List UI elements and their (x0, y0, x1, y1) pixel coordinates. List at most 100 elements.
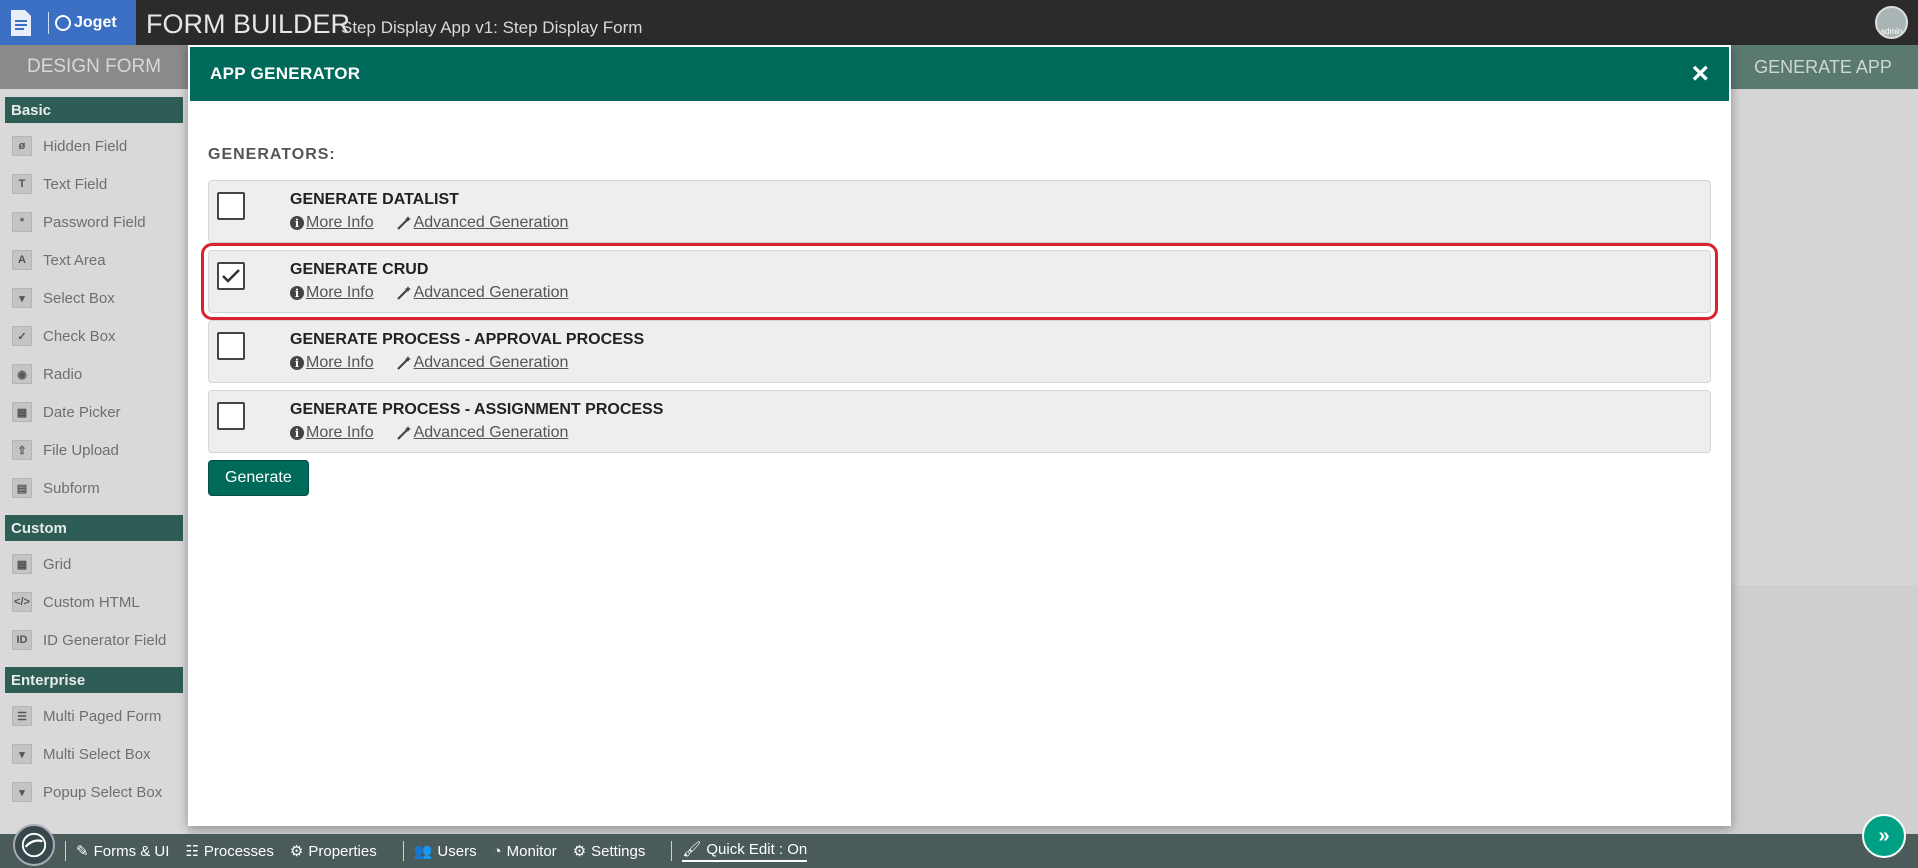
toolbar-users[interactable]: 👥 Users (413, 842, 477, 861)
advanced-generation-link[interactable]: Advanced Generation (396, 424, 569, 442)
toolbar-settings[interactable]: ⚙ Settings (573, 842, 646, 861)
palette-item-label: Check Box (43, 327, 116, 345)
more-info-link[interactable]: i More Info (290, 424, 374, 442)
joget-logo: Joget (55, 14, 117, 32)
generator-list: GENERATE DATALIST i More Info Advanced Ge… (201, 180, 1718, 453)
palette-item-label: Hidden Field (43, 137, 128, 155)
check-box-icon: ✓ (12, 326, 32, 346)
top-bar: Joget FORM BUILDER Step Display App v1: … (0, 0, 1918, 45)
palette-item-label: Grid (43, 555, 72, 573)
palette-item-custom-html[interactable]: </> Custom HTML (0, 583, 188, 621)
more-info-label: More Info (306, 284, 374, 301)
subform-icon: ▤ (12, 478, 32, 498)
generate-app-header[interactable]: GENERATE APP (1728, 45, 1918, 89)
toolbar-monitor[interactable]: ◔ Monitor (493, 843, 557, 860)
asterisk-icon: * (12, 212, 32, 232)
advanced-generation-label: Advanced Generation (413, 354, 569, 371)
advanced-generation-label: Advanced Generation (413, 424, 569, 441)
upload-icon: ⇧ (12, 440, 32, 460)
palette-item-text-area[interactable]: A Text Area (0, 241, 188, 279)
generator-checkbox-approval-process[interactable] (217, 332, 245, 360)
info-icon: i (290, 426, 304, 440)
info-icon: i (290, 356, 304, 370)
generator-row-crud: GENERATE CRUD i More Info Advanced Genera… (201, 243, 1718, 320)
magic-wand-icon (396, 286, 411, 300)
palette-sidebar: Basic ø Hidden Field T Text Field * Passwor… (0, 89, 188, 834)
avatar-label: admin (1880, 27, 1903, 36)
toolbar-divider (65, 841, 66, 861)
design-form-header[interactable]: DESIGN FORM (0, 45, 188, 89)
generator-name: GENERATE PROCESS - APPROVAL PROCESS (290, 331, 645, 348)
toolbar-properties[interactable]: ⚙ Properties (290, 842, 377, 861)
text-area-icon: A (12, 250, 32, 270)
users-icon: 👥 (413, 843, 433, 860)
palette-item-hidden-field[interactable]: ø Hidden Field (0, 127, 188, 165)
generators-label: GENERATORS: (208, 146, 336, 163)
generate-button[interactable]: Generate (208, 460, 309, 496)
magic-wand-icon (396, 356, 411, 370)
modal-body: GENERATORS: GENERATE DATALIST i More Info… (188, 146, 1731, 496)
palette-category-basic: Basic (5, 97, 183, 123)
generator-checkbox-crud[interactable] (217, 262, 245, 290)
toolbar-item-label: Forms & UI (93, 842, 170, 860)
close-icon[interactable]: × (1691, 59, 1709, 89)
palette-item-grid[interactable]: ▦ Grid (0, 545, 188, 583)
palette-item-multi-select-box[interactable]: ▾ Multi Select Box (0, 735, 188, 773)
toolbar-forms-ui[interactable]: ✎ Forms & UI (76, 842, 170, 861)
generator-name: GENERATE CRUD (290, 261, 429, 278)
palette-item-date-picker[interactable]: ▦ Date Picker (0, 393, 188, 431)
generator-links: i More Info Advanced Generation (290, 424, 568, 442)
app-generator-modal: APP GENERATOR × GENERATORS: GENERATE DAT… (188, 45, 1731, 826)
advanced-generation-link[interactable]: Advanced Generation (396, 354, 569, 372)
toolbar-divider (671, 841, 673, 861)
joget-home-icon[interactable] (13, 824, 55, 866)
modal-title: APP GENERATOR (210, 64, 361, 83)
advanced-generation-label: Advanced Generation (413, 284, 569, 301)
palette-item-id-generator[interactable]: ID ID Generator Field (0, 621, 188, 659)
generator-row-datalist: GENERATE DATALIST i More Info Advanced Ge… (208, 180, 1711, 243)
advanced-generation-link[interactable]: Advanced Generation (396, 284, 569, 302)
palette-item-label: Multi Select Box (43, 745, 151, 763)
logo-block[interactable]: Joget (0, 0, 136, 45)
palette-item-select-box[interactable]: ▾ Select Box (0, 279, 188, 317)
expand-chevrons-icon[interactable]: » (1862, 814, 1906, 858)
generator-row-approval-process: GENERATE PROCESS - APPROVAL PROCESS i Mor… (208, 320, 1711, 383)
palette-item-multi-paged-form[interactable]: ☰ Multi Paged Form (0, 697, 188, 735)
palette-item-password-field[interactable]: * Password Field (0, 203, 188, 241)
more-info-link[interactable]: i More Info (290, 354, 374, 372)
toolbar-divider (402, 841, 404, 861)
generator-name: GENERATE DATALIST (290, 191, 459, 208)
generator-name: GENERATE PROCESS - ASSIGNMENT PROCESS (290, 401, 664, 418)
joget-swirl-icon (55, 14, 71, 31)
generator-row-assignment-process: GENERATE PROCESS - ASSIGNMENT PROCESS iM… (208, 390, 1711, 453)
more-info-link[interactable]: i More Info (290, 284, 374, 302)
radio-icon: ◉ (12, 364, 32, 384)
palette-item-label: Select Box (43, 289, 115, 307)
palette-item-radio[interactable]: ◉ Radio (0, 355, 188, 393)
generator-checkbox-assignment-process[interactable] (217, 402, 245, 430)
palette-item-subform[interactable]: ▤ Subform (0, 469, 188, 507)
calendar-icon: ▦ (12, 402, 32, 422)
dashboard-icon: ◔ (492, 842, 502, 860)
generator-checkbox-datalist[interactable] (217, 192, 245, 220)
document-icon[interactable] (0, 0, 42, 45)
avatar[interactable]: admin (1875, 6, 1908, 39)
palette-item-label: Subform (43, 479, 100, 497)
advanced-generation-link[interactable]: Advanced Generation (396, 214, 569, 232)
generator-links: i More Info Advanced Generation (290, 214, 568, 232)
eye-slash-icon: ø (12, 136, 32, 156)
advanced-generation-label: Advanced Generation (413, 214, 569, 231)
palette-item-file-upload[interactable]: ⇧ File Upload (0, 431, 188, 469)
checkmark-icon (222, 269, 240, 283)
toolbar-quick-edit[interactable]: 🖌 Quick Edit : On (682, 840, 808, 862)
palette-item-text-field[interactable]: T Text Field (0, 165, 188, 203)
popup-select-icon: ▾ (12, 782, 32, 802)
palette-item-check-box[interactable]: ✓ Check Box (0, 317, 188, 355)
palette-item-popup-select-box[interactable]: ▾ Popup Select Box (0, 773, 188, 811)
page-subtitle: Step Display App v1: Step Display Form (341, 18, 643, 37)
toolbar-item-label: Users (437, 842, 477, 860)
toolbar-processes[interactable]: ☷ Processes (185, 842, 273, 861)
bottom-toolbar: ✎ Forms & UI ☷ Processes ⚙ Properties 👥 User… (0, 824, 1918, 868)
more-info-link[interactable]: i More Info (290, 214, 374, 232)
magic-wand-icon (396, 216, 411, 230)
